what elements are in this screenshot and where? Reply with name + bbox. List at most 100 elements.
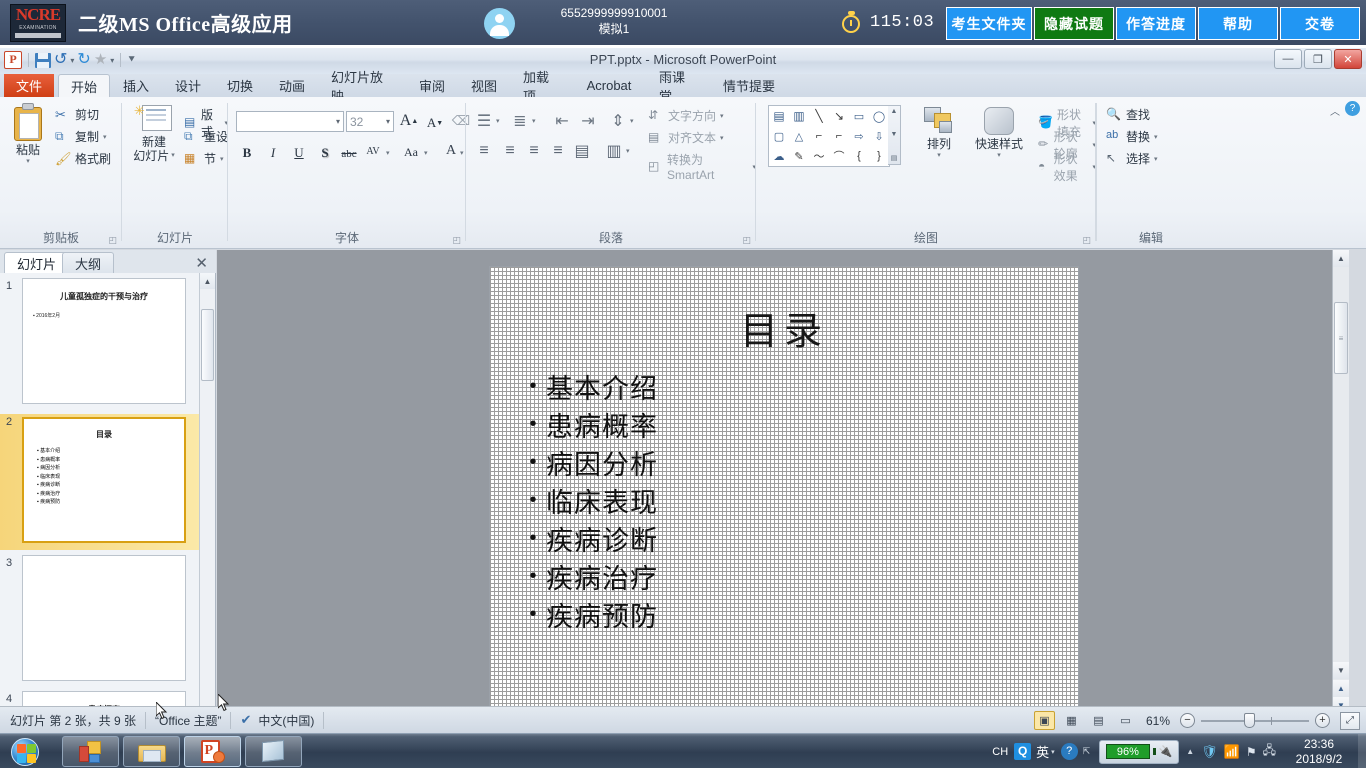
start-button[interactable] <box>4 735 52 768</box>
justify-button[interactable]: ≡ <box>548 141 568 160</box>
previous-slide-icon[interactable]: ▲ <box>1333 680 1349 697</box>
shapes-gallery-scrollbar[interactable]: ▲ ▼ ▤ <box>888 105 901 165</box>
grow-font-button[interactable]: A ▲ <box>398 110 420 131</box>
language-label[interactable]: 中文(中国) <box>258 712 314 729</box>
tab-acrobat[interactable]: Acrobat <box>578 74 640 97</box>
ime-dropdown-icon[interactable]: ▾ <box>1051 748 1055 756</box>
select-dropdown-icon[interactable]: ▾ <box>1154 155 1158 163</box>
security-shield-icon[interactable]: 🛡 <box>1201 744 1218 760</box>
tab-addins[interactable]: 加载项 <box>514 70 570 104</box>
font-dialog-launcher[interactable]: ◰ <box>452 235 461 246</box>
tab-home[interactable]: 开始 <box>58 74 110 97</box>
shape-triangle[interactable]: △ <box>789 126 809 146</box>
shape-cloud[interactable]: ☁ <box>769 146 789 166</box>
slides-panel-scrollbar[interactable]: ▲ ▼ <box>199 273 215 750</box>
section-dropdown-icon[interactable]: ▾ <box>220 155 224 163</box>
columns-dropdown-icon[interactable]: ▾ <box>626 147 630 155</box>
convert-smartart-button[interactable]: ◰ 转换为 SmartArt ▾ <box>648 151 756 182</box>
format-painter-button[interactable]: 🖌 格式刷 <box>55 150 111 167</box>
thumbnail-list[interactable]: 1 儿童孤独症的干预与治疗 ▪ 2016年2月 2 目录 ▪ 基本介绍 ▪ 患病… <box>0 273 200 750</box>
paste-dropdown-icon[interactable]: ▾ <box>26 157 30 165</box>
text-shadow-button[interactable]: S <box>314 142 336 163</box>
shape-rectangle[interactable]: ▭ <box>849 106 869 126</box>
submit-button[interactable]: 交卷 <box>1280 7 1360 40</box>
quick-styles-button[interactable]: 快速样式 ▾ <box>968 105 1030 159</box>
shape-ellipse[interactable]: ◯ <box>869 106 889 126</box>
reset-button[interactable]: ⧉ 重设 <box>184 128 228 145</box>
change-case-button[interactable]: Aa <box>400 142 422 163</box>
panel-scroll-up-icon[interactable]: ▲ <box>200 273 215 289</box>
zoom-in-button[interactable]: + <box>1315 713 1330 728</box>
device-icon[interactable]: 🖧 <box>1263 741 1276 762</box>
copy-button[interactable]: ⧉ 复制 ▾ <box>55 128 107 145</box>
columns-button[interactable]: ▥ <box>604 141 624 160</box>
strikethrough-button[interactable]: abc <box>338 143 360 164</box>
scroll-down-icon[interactable]: ▼ <box>1333 662 1349 679</box>
bold-button[interactable]: B <box>236 142 258 163</box>
tab-outline[interactable]: 大纲 <box>62 252 115 273</box>
answer-progress-button[interactable]: 作答进度 <box>1116 7 1196 40</box>
slide-bullet-item[interactable]: • 患病概率 <box>520 405 1040 443</box>
arrange-dropdown-icon[interactable]: ▾ <box>937 151 941 159</box>
shape-arrow[interactable]: ↘ <box>829 106 849 126</box>
shrink-font-button[interactable]: A ▼ <box>424 112 446 133</box>
drawing-dialog-launcher[interactable]: ◰ <box>1082 235 1091 246</box>
shape-vertical-textbox[interactable]: ▥ <box>789 106 809 126</box>
line-spacing-button[interactable]: ⇕ <box>608 111 628 130</box>
tab-rainclass[interactable]: 雨课堂 <box>650 70 706 104</box>
restore-button[interactable]: ❐ <box>1304 49 1332 69</box>
shape-left-brace[interactable]: { <box>849 146 869 166</box>
new-slide-dropdown-icon[interactable]: ▾ <box>171 149 175 163</box>
shape-textbox[interactable]: ▤ <box>769 106 789 126</box>
new-slide-button[interactable]: ✳ 新建 幻灯片 ▾ <box>128 103 180 163</box>
slide-bullet-item[interactable]: • 基本介绍 <box>520 367 1040 405</box>
font-color-dropdown-icon[interactable]: ▾ <box>460 149 464 157</box>
show-hidden-icons-button[interactable]: ▲ <box>1186 747 1194 756</box>
section-button[interactable]: ▦ 节 ▾ <box>184 150 224 167</box>
shape-line[interactable]: ╲ <box>809 106 829 126</box>
shape-right-arrow[interactable]: ⇨ <box>849 126 869 146</box>
text-direction-button[interactable]: ⇵ 文字方向 ▾ <box>648 107 724 124</box>
shape-elbow-arrow[interactable]: ⌐ <box>829 126 849 146</box>
current-slide[interactable]: 目录 • 基本介绍 • 患病概率 • 病因分析 • 临床表现 • 疾病诊断 • … <box>489 266 1079 708</box>
shapes-gallery[interactable]: ▤ ▥ ╲ ↘ ▭ ◯ ▢ △ ⌐ ⌐ ⇨ ⇩ ☁ ✎ 〜 ⌒ {} <box>768 105 890 167</box>
bullets-button[interactable]: ☰ <box>474 111 494 130</box>
taskbar-file-explorer[interactable] <box>123 736 180 767</box>
tab-review[interactable]: 审阅 <box>410 74 454 97</box>
thumbnail-slide-1[interactable]: 1 儿童孤独症的干预与治疗 ▪ 2016年2月 <box>0 278 200 408</box>
scroll-thumb[interactable]: ≡ <box>1334 302 1348 374</box>
character-spacing-dropdown-icon[interactable]: ▾ <box>386 149 390 157</box>
close-button[interactable]: ✕ <box>1334 49 1362 69</box>
tab-transitions[interactable]: 切换 <box>218 74 262 97</box>
action-center-flag-icon[interactable]: ⚑ <box>1246 745 1257 759</box>
paragraph-dialog-launcher[interactable]: ◰ <box>742 235 751 246</box>
shape-down-arrow[interactable]: ⇩ <box>869 126 889 146</box>
shape-rounded-rect[interactable]: ▢ <box>769 126 789 146</box>
slide-bullet-item[interactable]: • 临床表现 <box>520 481 1040 519</box>
slide-vertical-scrollbar[interactable]: ▲ ≡ ▼ ▲ ▼ ▣ <box>1332 250 1349 730</box>
tab-insert[interactable]: 插入 <box>114 74 158 97</box>
slide-bullet-item[interactable]: • 疾病治疗 <box>520 557 1040 595</box>
shape-curve[interactable]: 〜 <box>809 146 829 166</box>
tab-slideshow[interactable]: 幻灯片放映 <box>322 70 402 104</box>
taskbar-program-manager[interactable] <box>62 736 119 767</box>
align-text-button[interactable]: ▤ 对齐文本 ▾ <box>648 129 724 146</box>
shape-freeform[interactable]: ✎ <box>789 146 809 166</box>
slide-sorter-button[interactable]: ▦ <box>1061 711 1082 730</box>
shapes-scroll-down-icon[interactable]: ▼ <box>891 131 898 138</box>
zoom-out-button[interactable]: − <box>1180 713 1195 728</box>
help-icon[interactable]: ? <box>1345 101 1360 116</box>
zoom-slider-handle[interactable] <box>1244 713 1255 728</box>
tab-slides[interactable]: 幻灯片 <box>4 252 70 273</box>
slide-bullet-item[interactable]: • 疾病诊断 <box>520 519 1040 557</box>
distribute-button[interactable]: ▤ <box>572 141 592 160</box>
quick-styles-dropdown-icon[interactable]: ▾ <box>997 151 1001 159</box>
spellcheck-icon[interactable]: ✔ <box>240 712 251 728</box>
shape-elbow-connector[interactable]: ⌐ <box>809 126 829 146</box>
bullets-dropdown-icon[interactable]: ▾ <box>496 117 500 125</box>
taskbar-powerpoint[interactable]: P <box>184 736 241 767</box>
shape-effects-button[interactable]: ◓ 形状效果 ▾ <box>1038 150 1096 184</box>
ime-lang-label[interactable]: 英 <box>1036 742 1049 761</box>
slide-count-label[interactable]: 幻灯片 第 2 张，共 9 张 <box>10 712 136 729</box>
line-spacing-dropdown-icon[interactable]: ▾ <box>630 117 634 125</box>
